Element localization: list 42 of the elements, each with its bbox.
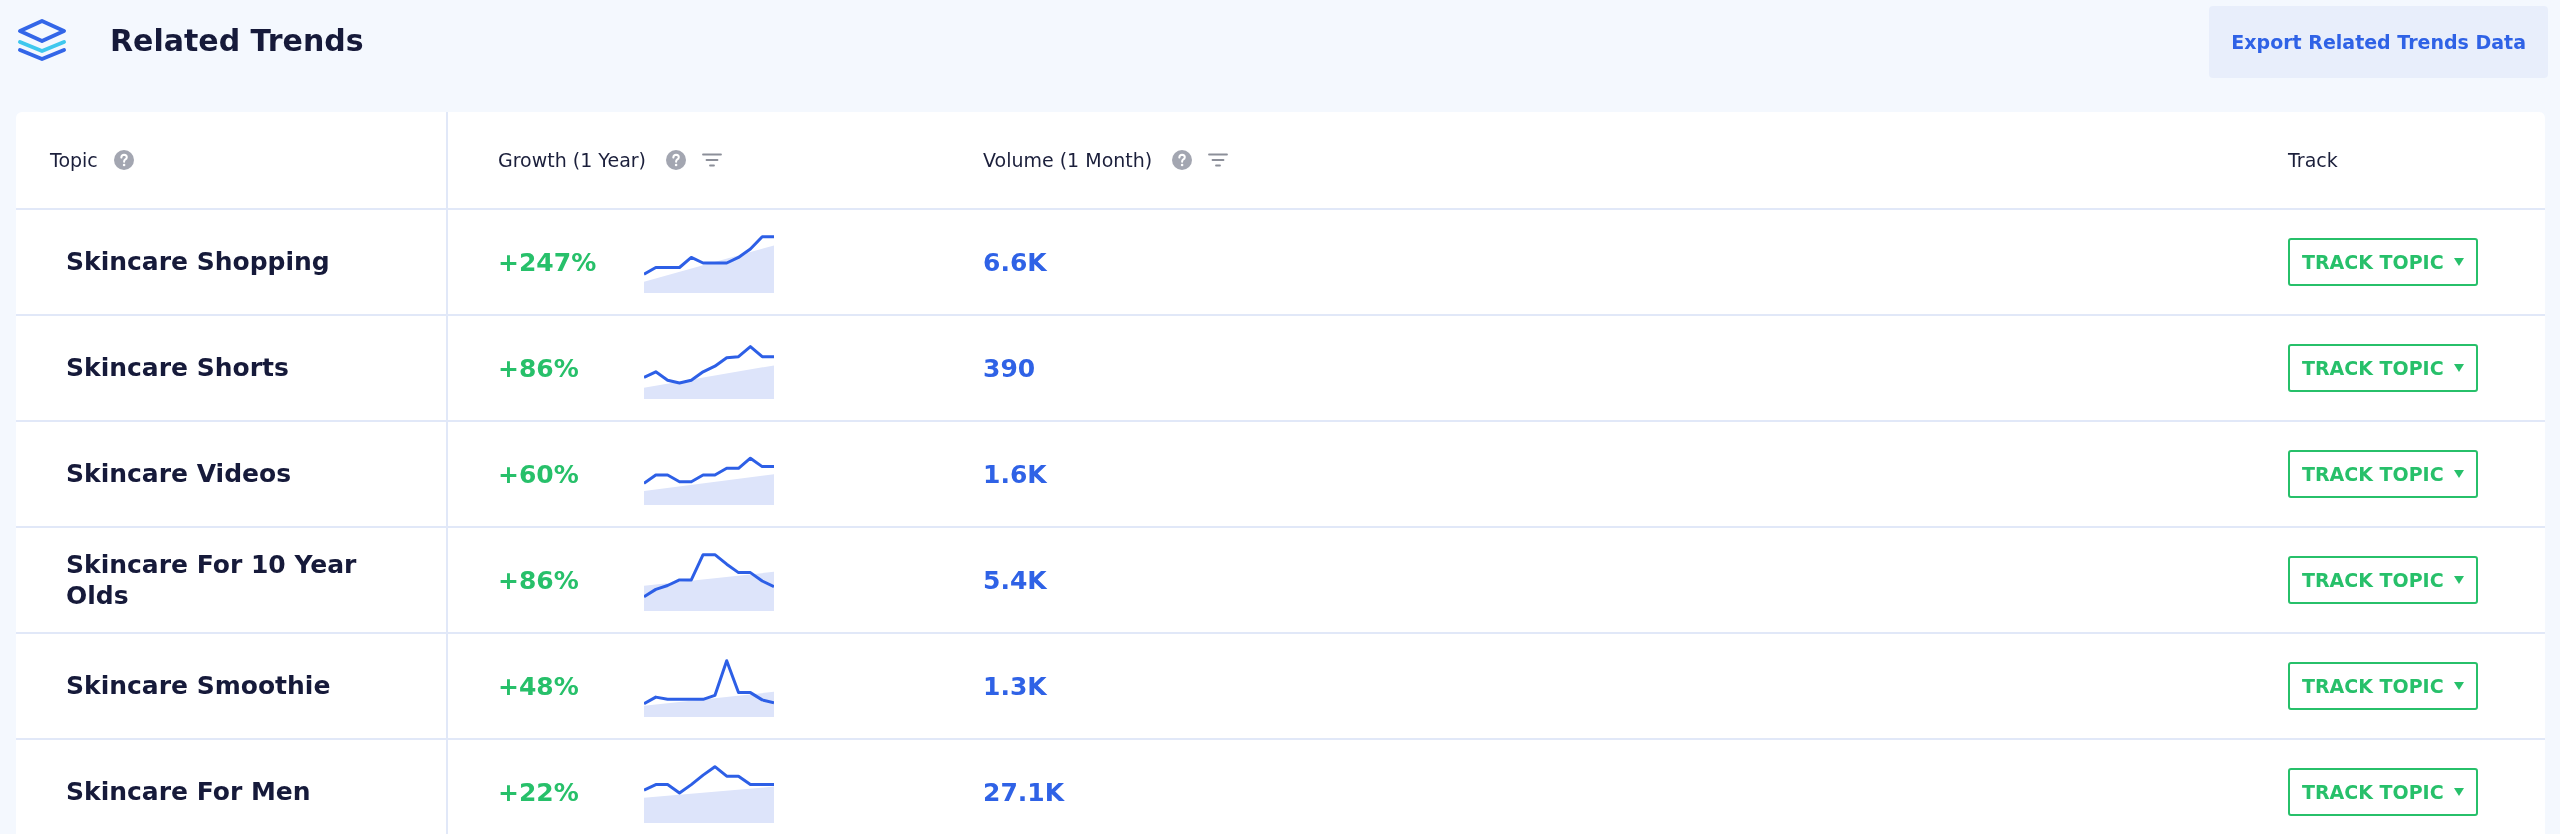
growth-value: +86% xyxy=(498,353,580,383)
volume-value: 1.3K xyxy=(983,671,1047,701)
caret-icon xyxy=(2453,576,2464,584)
column-header: Growth (1 Year) xyxy=(498,149,646,171)
volume-value: 1.6K xyxy=(983,459,1047,489)
caret-icon xyxy=(2453,788,2464,796)
caret-icon xyxy=(2453,364,2464,372)
export-button[interactable]: Export Related Trends Data xyxy=(2209,6,2548,78)
caret-icon xyxy=(2453,470,2464,478)
volume-value: 6.6K xyxy=(983,247,1047,277)
caret-icon xyxy=(2453,682,2464,690)
help-icon[interactable] xyxy=(113,150,134,170)
track-topic-button[interactable]: TRACK TOPIC xyxy=(2288,450,2478,498)
growth-value: +22% xyxy=(498,777,580,807)
volume-value: 27.1K xyxy=(983,777,1065,807)
layers-icon xyxy=(16,18,68,62)
topic-name[interactable]: Skincare For 10 Year Olds xyxy=(66,548,396,612)
topic-name[interactable]: Skincare Shopping xyxy=(66,246,330,278)
column-header: Topic xyxy=(50,149,98,171)
column-header: Volume (1 Month) xyxy=(983,149,1153,171)
track-topic-button[interactable]: TRACK TOPIC xyxy=(2288,238,2478,286)
filter-icon[interactable] xyxy=(1208,153,1229,167)
filter-icon[interactable] xyxy=(702,153,722,167)
growth-value: +247% xyxy=(498,247,598,277)
track-topic-button[interactable]: TRACK TOPIC xyxy=(2288,344,2478,392)
caret-icon xyxy=(2453,258,2464,266)
page-title: Related Trends xyxy=(110,22,364,58)
column-header: Track xyxy=(2288,149,2338,171)
help-icon[interactable] xyxy=(1172,150,1193,170)
track-topic-button[interactable]: TRACK TOPIC xyxy=(2288,662,2478,710)
track-topic-button[interactable]: TRACK TOPIC xyxy=(2288,556,2478,604)
topic-name[interactable]: Skincare Videos xyxy=(66,458,292,490)
volume-value: 5.4K xyxy=(983,565,1047,595)
help-icon[interactable] xyxy=(666,150,686,170)
topic-name[interactable]: Skincare Shorts xyxy=(66,352,289,384)
volume-value: 390 xyxy=(983,353,1036,383)
topic-name[interactable]: Skincare Smoothie xyxy=(66,670,331,702)
growth-value: +48% xyxy=(498,671,580,701)
topic-name[interactable]: Skincare For Men xyxy=(66,776,311,808)
track-topic-button[interactable]: TRACK TOPIC xyxy=(2288,768,2478,816)
growth-value: +60% xyxy=(498,459,580,489)
growth-value: +86% xyxy=(498,565,580,595)
